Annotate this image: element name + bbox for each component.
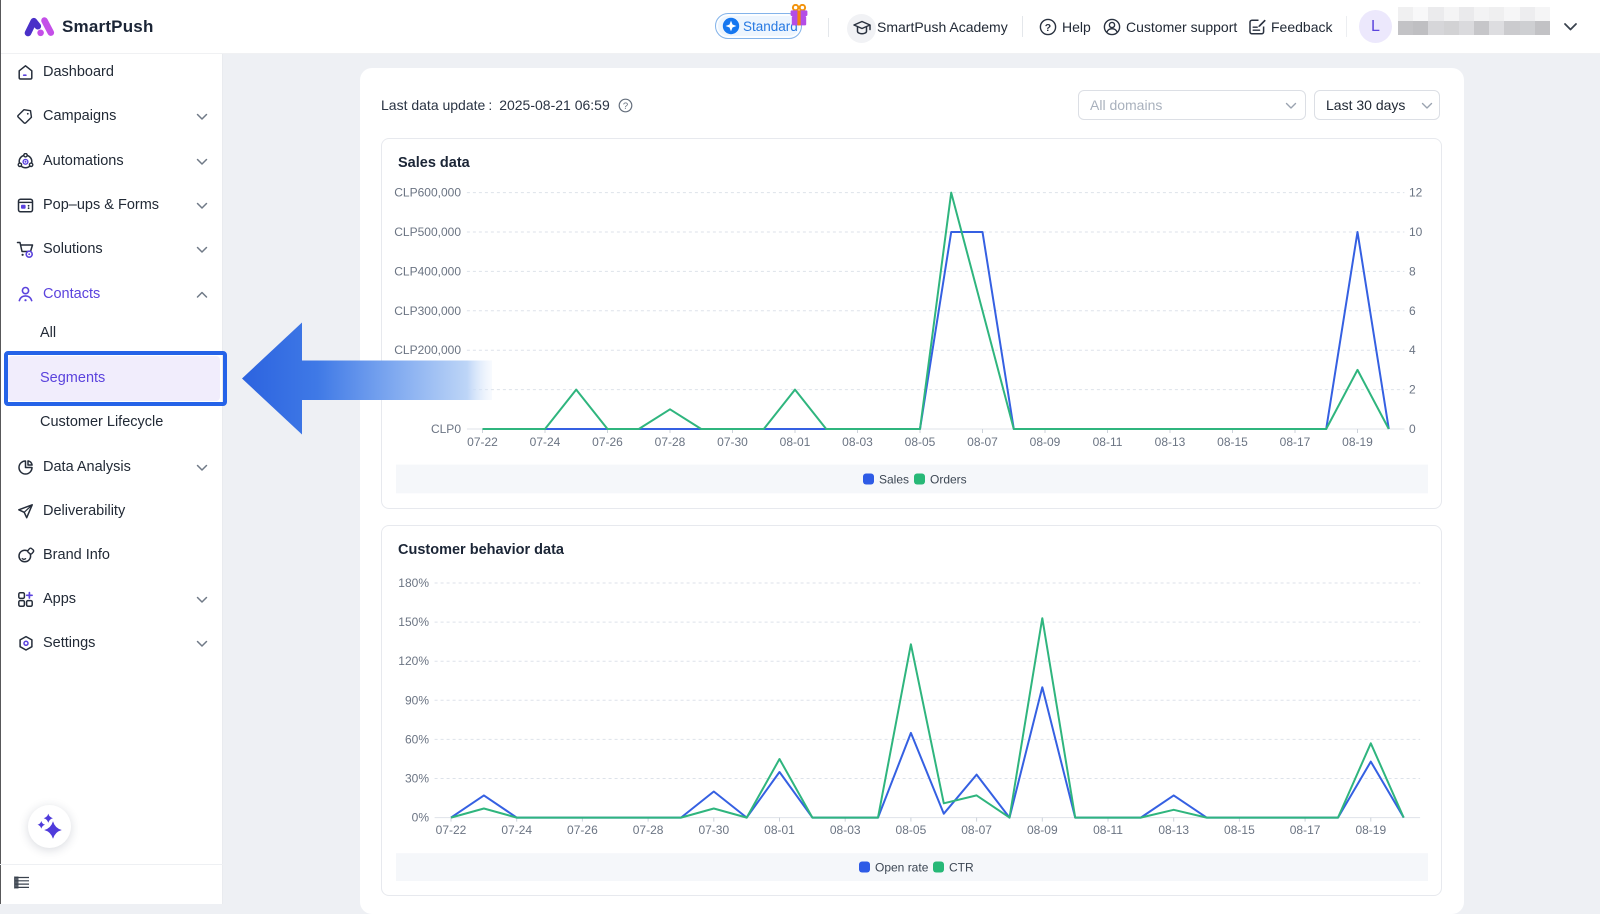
svg-text:07-30: 07-30 [717, 435, 748, 449]
svg-text:07-22: 07-22 [436, 823, 467, 837]
svg-text:08-11: 08-11 [1093, 435, 1123, 449]
svg-text:Orders: Orders [930, 473, 967, 487]
svg-text:6: 6 [1409, 304, 1416, 318]
svg-text:08-05: 08-05 [896, 823, 927, 837]
svg-text:08-01: 08-01 [764, 823, 795, 837]
svg-text:07-30: 07-30 [698, 823, 729, 837]
svg-text:2: 2 [1409, 383, 1416, 397]
svg-text:CTR: CTR [949, 861, 974, 875]
svg-text:CLP600,000: CLP600,000 [394, 186, 461, 200]
svg-text:0: 0 [1409, 422, 1416, 436]
svg-text:150%: 150% [398, 615, 429, 629]
svg-text:4: 4 [1409, 343, 1416, 357]
svg-text:08-05: 08-05 [905, 435, 936, 449]
svg-text:08-17: 08-17 [1290, 823, 1321, 837]
svg-text:12: 12 [1409, 186, 1423, 200]
svg-text:07-28: 07-28 [655, 435, 686, 449]
svg-text:CLP500,000: CLP500,000 [394, 225, 461, 239]
svg-text:08-11: 08-11 [1093, 823, 1123, 837]
svg-text:08-15: 08-15 [1224, 823, 1255, 837]
svg-text:30%: 30% [405, 772, 429, 786]
svg-text:Open rate: Open rate [875, 861, 929, 875]
svg-text:10: 10 [1409, 225, 1423, 239]
svg-text:08-07: 08-07 [967, 435, 998, 449]
svg-text:08-15: 08-15 [1217, 435, 1248, 449]
svg-text:07-24: 07-24 [530, 435, 561, 449]
svg-text:?: ? [623, 101, 628, 112]
svg-text:08-03: 08-03 [830, 823, 861, 837]
svg-text:?: ? [1045, 22, 1051, 34]
svg-text:08-19: 08-19 [1355, 823, 1386, 837]
svg-text:07-24: 07-24 [501, 823, 532, 837]
svg-text:CLP400,000: CLP400,000 [394, 264, 461, 278]
svg-text:08-17: 08-17 [1280, 435, 1311, 449]
svg-text:07-26: 07-26 [567, 823, 598, 837]
svg-text:08-13: 08-13 [1158, 823, 1189, 837]
svg-text:08-19: 08-19 [1342, 435, 1373, 449]
svg-text:120%: 120% [398, 654, 429, 668]
svg-text:60%: 60% [405, 732, 429, 746]
svg-text:08-03: 08-03 [842, 435, 873, 449]
svg-text:08-09: 08-09 [1027, 823, 1058, 837]
svg-text:08-07: 08-07 [961, 823, 992, 837]
svg-text:0%: 0% [412, 811, 430, 825]
svg-text:08-13: 08-13 [1155, 435, 1186, 449]
svg-text:Sales: Sales [879, 473, 909, 487]
svg-text:90%: 90% [405, 693, 429, 707]
svg-text:08-01: 08-01 [780, 435, 811, 449]
svg-text:180%: 180% [398, 576, 429, 590]
svg-text:07-26: 07-26 [592, 435, 623, 449]
svg-text:07-28: 07-28 [633, 823, 664, 837]
svg-text:8: 8 [1409, 264, 1416, 278]
svg-text:08-09: 08-09 [1030, 435, 1061, 449]
